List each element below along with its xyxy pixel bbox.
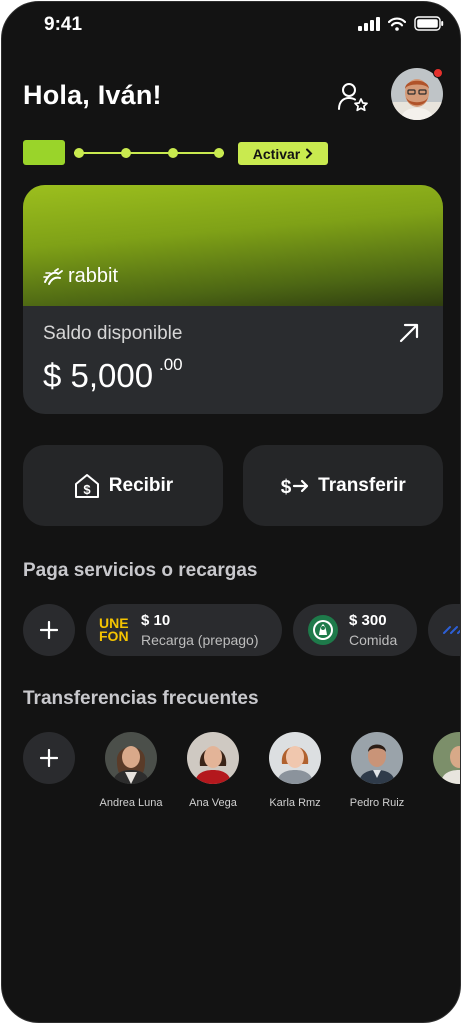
signal-icon bbox=[358, 16, 380, 31]
service-amount: $ 300 bbox=[349, 612, 387, 629]
status-icons bbox=[358, 16, 444, 31]
contact-name: Andrea Luna bbox=[99, 797, 163, 809]
card-brand: rabbit bbox=[43, 265, 118, 288]
progress-step bbox=[168, 148, 178, 158]
activate-button[interactable]: Activar bbox=[238, 142, 328, 165]
svg-text:$: $ bbox=[281, 477, 292, 497]
service-amount: $ 10 bbox=[141, 612, 171, 629]
service-unefon[interactable]: UNE FON $ 10 Recarga (prepago) bbox=[86, 604, 282, 656]
greeting-title: Hola, Iván! bbox=[23, 80, 162, 110]
plus-icon bbox=[40, 749, 58, 767]
card-detail-button[interactable] bbox=[397, 321, 421, 345]
dollar-arrow-icon: $ bbox=[281, 477, 309, 497]
contact-item[interactable]: Karla Rmz bbox=[255, 732, 335, 809]
service-partial[interactable] bbox=[428, 604, 460, 656]
activate-label: Activar bbox=[252, 145, 301, 162]
balance-amount: $ 5,000 bbox=[43, 357, 154, 394]
progress-start-block bbox=[23, 140, 65, 165]
progress-step bbox=[74, 148, 84, 158]
service-label: Comida bbox=[349, 632, 398, 648]
user-star-icon bbox=[338, 83, 368, 112]
service-info: $ 300 Comida bbox=[349, 612, 397, 648]
contact-name: Pedro Ruiz bbox=[349, 797, 405, 809]
transfer-button[interactable]: $ Transferir bbox=[243, 445, 443, 526]
phone-screen: 9:41 Hola, Iván! Activar rabbit Saldo di… bbox=[1, 1, 461, 1023]
contact-item[interactable]: Andrea Luna bbox=[91, 732, 171, 809]
service-label: Recarga (prepago) bbox=[141, 632, 259, 648]
plus-icon bbox=[40, 621, 58, 639]
contact-avatar bbox=[433, 732, 460, 784]
service-starbucks[interactable]: $ 300 Comida bbox=[293, 604, 417, 656]
balance-label: Saldo disponible bbox=[43, 323, 183, 344]
contact-avatar bbox=[351, 732, 403, 784]
contact-avatar bbox=[269, 732, 321, 784]
status-time: 9:41 bbox=[44, 14, 83, 35]
contact-name: Karla Rmz bbox=[269, 797, 321, 809]
contact-item[interactable] bbox=[419, 732, 460, 784]
contact-avatar bbox=[105, 732, 157, 784]
house-dollar-icon: $ bbox=[74, 473, 99, 498]
transfer-label: Transferir bbox=[318, 474, 406, 496]
balance-cents: .00 bbox=[159, 355, 183, 374]
add-service-button[interactable] bbox=[23, 604, 75, 656]
rabbit-logo-icon bbox=[43, 267, 63, 285]
progress-track bbox=[74, 152, 224, 154]
receive-label: Recibir bbox=[108, 474, 174, 496]
transfers-title: Transferencias frecuentes bbox=[23, 688, 259, 709]
card-brand-name: rabbit bbox=[68, 265, 119, 287]
service-info: $ 10 Recarga (prepago) bbox=[141, 612, 259, 648]
contact-name: Ana Vega bbox=[189, 797, 237, 809]
services-title: Paga servicios o recargas bbox=[23, 560, 258, 581]
contact-avatar bbox=[187, 732, 239, 784]
add-contact-button[interactable] bbox=[23, 732, 75, 784]
unefon-logo-line-2: FON bbox=[99, 628, 129, 644]
receive-button[interactable]: $ Recibir bbox=[23, 445, 223, 526]
wifi-icon bbox=[388, 17, 406, 31]
svg-text:$: $ bbox=[83, 482, 91, 497]
favorites-profile-button[interactable] bbox=[336, 80, 370, 114]
contact-item[interactable]: Pedro Ruiz bbox=[337, 732, 417, 809]
chevron-right-icon bbox=[306, 148, 313, 159]
starbucks-logo-icon bbox=[308, 615, 338, 645]
notification-badge bbox=[433, 68, 443, 78]
progress-step bbox=[121, 148, 131, 158]
contact-item[interactable]: Ana Vega bbox=[173, 732, 253, 809]
unefon-logo: UNE FON bbox=[99, 616, 133, 644]
battery-icon bbox=[414, 16, 444, 31]
arrow-up-right-icon bbox=[399, 323, 419, 343]
balance-card: rabbit Saldo disponible $ 5,000 .00 bbox=[23, 185, 443, 414]
progress-step bbox=[214, 148, 224, 158]
service-logo-icon bbox=[443, 626, 460, 634]
